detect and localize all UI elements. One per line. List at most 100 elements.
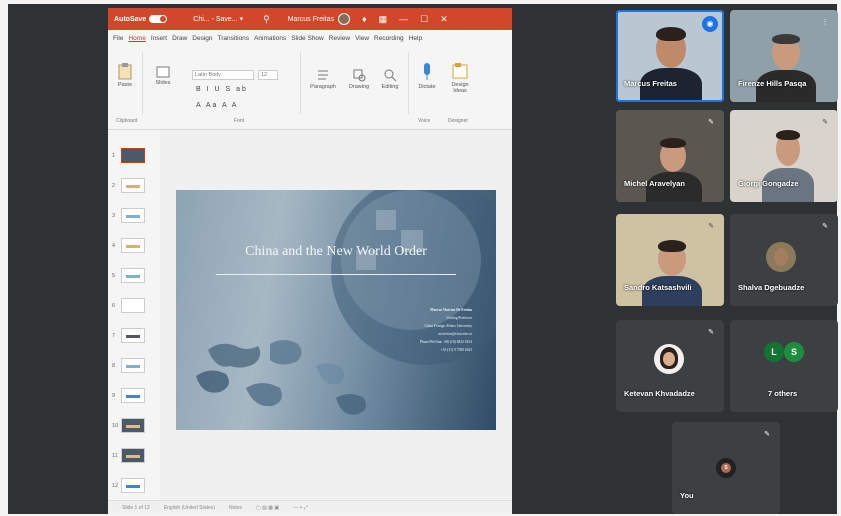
view-buttons[interactable]: ▢ ▤ ▦ ▣ <box>256 505 279 511</box>
slide-thumbnail[interactable]: 12 <box>112 478 145 493</box>
participant-tile[interactable]: ⋮ Firenze Hills Pasqa <box>730 10 838 102</box>
slide-thumbnail-pane: 1 2 3 4 5 6 7 8 9 10 11 12 <box>108 130 160 514</box>
slide-title[interactable]: China and the New World Order <box>176 244 496 260</box>
drawing-button[interactable]: Drawing <box>344 68 374 90</box>
ribbon-separator <box>408 52 409 114</box>
thumbnail-number: 3 <box>112 212 116 219</box>
thumbnail-image <box>121 208 145 223</box>
slide-thumbnail[interactable]: 8 <box>112 358 145 373</box>
tab-draw[interactable]: Draw <box>172 35 187 42</box>
participant-tile[interactable]: ✎ Giorgi Gongadze <box>730 110 838 202</box>
participant-tile[interactable]: ◉ Marcus Freitas <box>616 10 724 102</box>
font-size-select[interactable]: 12 <box>258 70 278 80</box>
title-bar: AutoSave Chi... - Save... ▾ ⚲ Marcus Fre… <box>108 8 512 30</box>
zoom-controls[interactable]: — + ⤢ <box>293 505 308 511</box>
thumbnail-number: 2 <box>112 182 116 189</box>
tab-home[interactable]: Home <box>128 35 145 42</box>
editing-label: Editing <box>381 84 399 90</box>
format-buttons-row1[interactable]: B I U S ab <box>196 86 248 93</box>
ribbon-separator <box>142 52 143 114</box>
paragraph-label: Paragraph <box>310 84 336 90</box>
presenter-name: Marcus Vinicius De Freitas <box>430 308 472 312</box>
slide-thumbnail[interactable]: 9 <box>112 388 145 403</box>
status-bar: Slide 1 of 12 English (United States) No… <box>108 500 512 514</box>
user-avatar[interactable] <box>338 13 350 25</box>
lightbulb-icon[interactable]: ♦ <box>362 14 367 24</box>
thumbnail-image <box>121 358 145 373</box>
participant-name: Sandro Katsashvili <box>624 283 692 292</box>
document-name[interactable]: Chi... - Save... ▾ <box>193 15 243 23</box>
slides-label: Slides <box>155 80 171 86</box>
thumbnail-number: 10 <box>112 422 119 429</box>
others-count: 7 others <box>768 389 798 398</box>
ribbon-display-icon[interactable]: ▦ <box>379 14 388 25</box>
menu-dots-icon[interactable]: ⋮ <box>818 16 832 30</box>
ribbon-tabs: File Home Insert Draw Design Transitions… <box>108 30 512 46</box>
tab-transitions[interactable]: Transitions <box>218 35 250 42</box>
thumbnail-image <box>121 238 145 253</box>
search-icon[interactable]: ⚲ <box>263 14 270 25</box>
dictate-button[interactable]: Dictate <box>412 62 442 90</box>
notes-button[interactable]: Notes <box>229 505 242 511</box>
ribbon-home: Paste Slides Latin Body 12 B I U S ab A … <box>108 46 512 130</box>
powerpoint-window: AutoSave Chi... - Save... ▾ ⚲ Marcus Fre… <box>108 8 512 514</box>
self-tile[interactable]: S ✎ You <box>672 422 780 514</box>
thumbnail-image <box>121 448 145 463</box>
participant-tile[interactable]: ✎ Sandro Katsashvili <box>616 214 724 306</box>
thumbnail-number: 9 <box>112 392 116 399</box>
shapes-icon <box>353 69 366 82</box>
tab-design[interactable]: Design <box>192 35 212 42</box>
minimize-button[interactable]: — <box>399 14 408 24</box>
tab-file[interactable]: File <box>113 35 123 42</box>
slide-thumbnail[interactable]: 2 <box>112 178 145 193</box>
design-ideas-button[interactable]: Design Ideas <box>446 62 474 94</box>
editing-button[interactable]: Editing <box>376 68 404 90</box>
thumbnail-image <box>121 478 145 493</box>
slide-thumbnail[interactable]: 6 <box>112 298 145 313</box>
participant-tile[interactable]: ✎ Shalva Dgebuadze <box>730 214 838 306</box>
current-slide[interactable]: China and the New World Order Marcus Vin… <box>176 190 496 430</box>
presenter-role: Visiting Professor <box>446 316 472 320</box>
others-avatar-s: S <box>784 342 804 362</box>
maximize-button[interactable]: ☐ <box>420 14 428 25</box>
tab-recording[interactable]: Recording <box>374 35 404 42</box>
tab-slide-show[interactable]: Slide Show <box>291 35 324 42</box>
thumbnail-number: 12 <box>112 482 119 489</box>
tab-review[interactable]: Review <box>329 35 350 42</box>
font-name-select[interactable]: Latin Body <box>192 70 254 80</box>
ribbon-separator <box>300 52 301 114</box>
thumbnail-number: 8 <box>112 362 116 369</box>
paste-button[interactable]: Paste <box>114 62 136 88</box>
slides-icon <box>156 66 170 78</box>
microphone-icon <box>424 63 430 80</box>
mic-off-icon: ✎ <box>708 329 714 336</box>
autosave-toggle[interactable] <box>149 15 168 23</box>
autosave-label: AutoSave <box>114 15 147 23</box>
presenter-university: China Foreign Affairs University <box>424 324 472 328</box>
tab-view[interactable]: View <box>355 35 369 42</box>
slide-thumbnail[interactable]: 10 <box>112 418 145 433</box>
paragraph-button[interactable]: Paragraph <box>306 68 340 90</box>
thumbnail-image <box>121 418 145 433</box>
tab-help[interactable]: Help <box>409 35 422 42</box>
participant-tile[interactable]: ✎ Michel Aravelyan <box>616 110 724 202</box>
slide-thumbnail[interactable]: 5 <box>112 268 145 283</box>
format-buttons-row2[interactable]: A Aa A A <box>196 102 238 109</box>
others-tile[interactable]: L S 7 others <box>730 320 838 412</box>
slide-thumbnail[interactable]: 7 <box>112 328 145 343</box>
slide-thumbnail[interactable]: 1 <box>112 148 145 163</box>
participant-tile[interactable]: ✎ Ketevan Khvadadze <box>616 320 724 412</box>
slide-thumbnail[interactable]: 4 <box>112 238 145 253</box>
slide-thumbnail[interactable]: 3 <box>112 208 145 223</box>
presenter-info[interactable]: Marcus Vinicius De Freitas Visiting Prof… <box>420 306 472 354</box>
thumbnail-number: 4 <box>112 242 116 249</box>
tab-animations[interactable]: Animations <box>254 35 286 42</box>
screenshot-stage: AutoSave Chi... - Save... ▾ ⚲ Marcus Fre… <box>0 0 841 516</box>
slide-editing-canvas: China and the New World Order Marcus Vin… <box>160 130 512 500</box>
slide-thumbnail[interactable]: 11 <box>112 448 145 463</box>
new-slide-button[interactable]: Slides <box>148 66 178 86</box>
close-button[interactable]: ✕ <box>440 14 448 25</box>
group-label-font: Font <box>234 118 245 124</box>
tab-insert[interactable]: Insert <box>151 35 167 42</box>
presenter-phone: Phone/WeChat: +86 (10) 6832 0154 <box>419 340 472 344</box>
